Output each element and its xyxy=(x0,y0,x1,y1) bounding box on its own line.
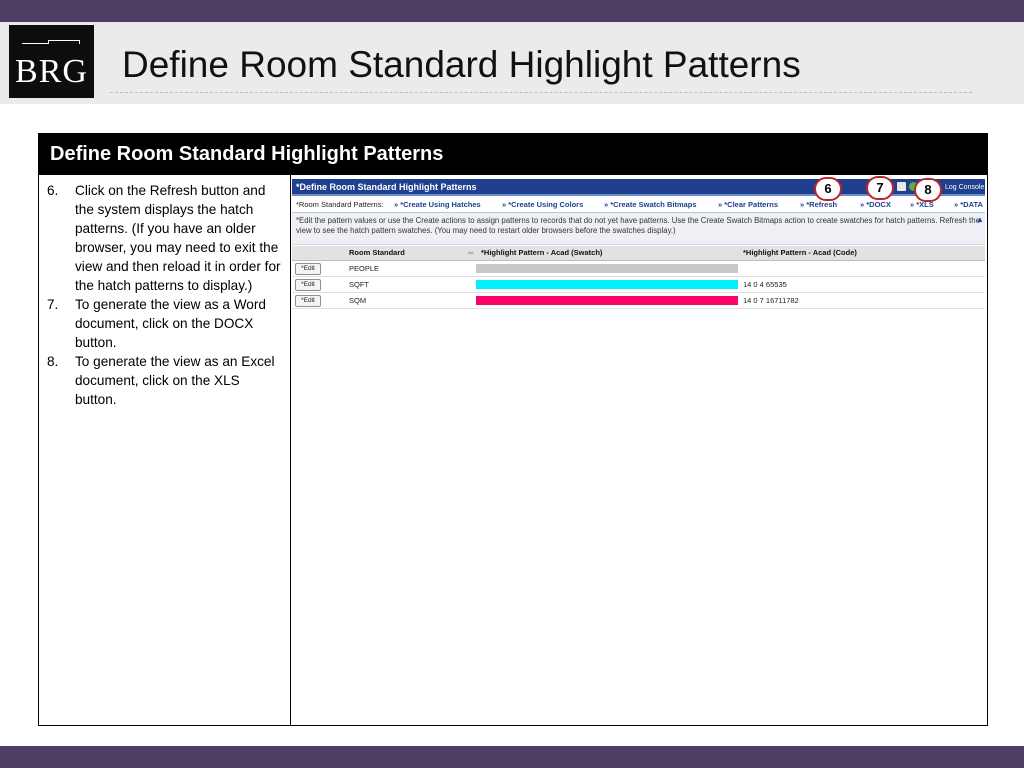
instruction-step-6: 6. Click on the Refresh button and the sy… xyxy=(47,183,281,293)
content-box: Define Room Standard Highlight Patterns … xyxy=(38,133,988,726)
brg-logo: BRG xyxy=(9,25,94,98)
log-console-link[interactable]: Log Console xyxy=(945,179,984,196)
callout-8: 8 xyxy=(914,178,942,202)
swatch-column-header[interactable]: *Highlight Pattern - Acad (Swatch) xyxy=(481,246,602,260)
top-band xyxy=(0,0,1024,22)
room-standard-column-header[interactable]: Room Standard xyxy=(349,246,405,260)
pattern-code-cell: 14 0 4 65535 xyxy=(743,280,787,289)
room-standard-cell: SQFT xyxy=(349,280,369,289)
create-using-hatches-action[interactable]: » *Create Using Hatches xyxy=(394,198,481,212)
create-swatch-bitmaps-action[interactable]: » *Create Swatch Bitmaps xyxy=(604,198,697,212)
create-using-colors-action[interactable]: » *Create Using Colors xyxy=(502,198,583,212)
instruction-step-7: 7. To generate the view as a Word documen… xyxy=(47,297,266,350)
table-row: *Edit SQM 14 0 7 16711782 xyxy=(292,293,985,309)
scroll-up-icon[interactable]: ▲ xyxy=(976,215,984,224)
title-divider xyxy=(110,92,972,93)
edit-button[interactable]: *Edit xyxy=(295,279,321,291)
actions-label: *Room Standard Patterns: xyxy=(296,200,384,209)
action-bar: *Room Standard Patterns: » *Create Using… xyxy=(292,198,985,213)
edit-button[interactable]: *Edit xyxy=(295,263,321,275)
page-title: Define Room Standard Highlight Patterns xyxy=(122,44,801,85)
grid-header: Room Standard ═ *Highlight Pattern - Aca… xyxy=(292,246,985,261)
column-resize-icon[interactable]: ═ xyxy=(468,246,473,260)
instruction-step-8: 8. To generate the view as an Excel docum… xyxy=(47,354,275,407)
pattern-swatch xyxy=(476,296,738,305)
pattern-swatch xyxy=(476,264,738,273)
room-standard-cell: PEOPLE xyxy=(349,264,380,273)
column-divider xyxy=(290,175,291,725)
data-action[interactable]: » *DATA xyxy=(954,198,983,212)
callout-6: 6 xyxy=(814,177,842,201)
room-standard-cell: SQM xyxy=(349,296,367,305)
table-row: *Edit PEOPLE xyxy=(292,261,985,277)
pattern-swatch xyxy=(476,280,738,289)
pattern-code-cell: 14 0 7 16711782 xyxy=(743,296,799,305)
code-column-header[interactable]: *Highlight Pattern - Acad (Code) xyxy=(743,246,857,260)
table-row: *Edit SQFT 14 0 4 65535 xyxy=(292,277,985,293)
view-title: *Define Room Standard Highlight Patterns xyxy=(296,182,477,192)
clear-patterns-action[interactable]: » *Clear Patterns xyxy=(718,198,778,212)
view-description: *Edit the pattern values or use the Crea… xyxy=(292,213,985,245)
content-header: Define Room Standard Highlight Patterns xyxy=(39,134,987,175)
bottom-band xyxy=(0,746,1024,768)
logo-text: BRG xyxy=(15,53,88,90)
docx-icon[interactable] xyxy=(897,182,906,191)
logo-line-icon xyxy=(22,40,80,46)
docx-action[interactable]: » *DOCX xyxy=(860,198,891,212)
instruction-list: 6. Click on the Refresh button and the sy… xyxy=(47,181,283,409)
edit-button[interactable]: *Edit xyxy=(295,295,321,307)
callout-7: 7 xyxy=(866,176,894,200)
